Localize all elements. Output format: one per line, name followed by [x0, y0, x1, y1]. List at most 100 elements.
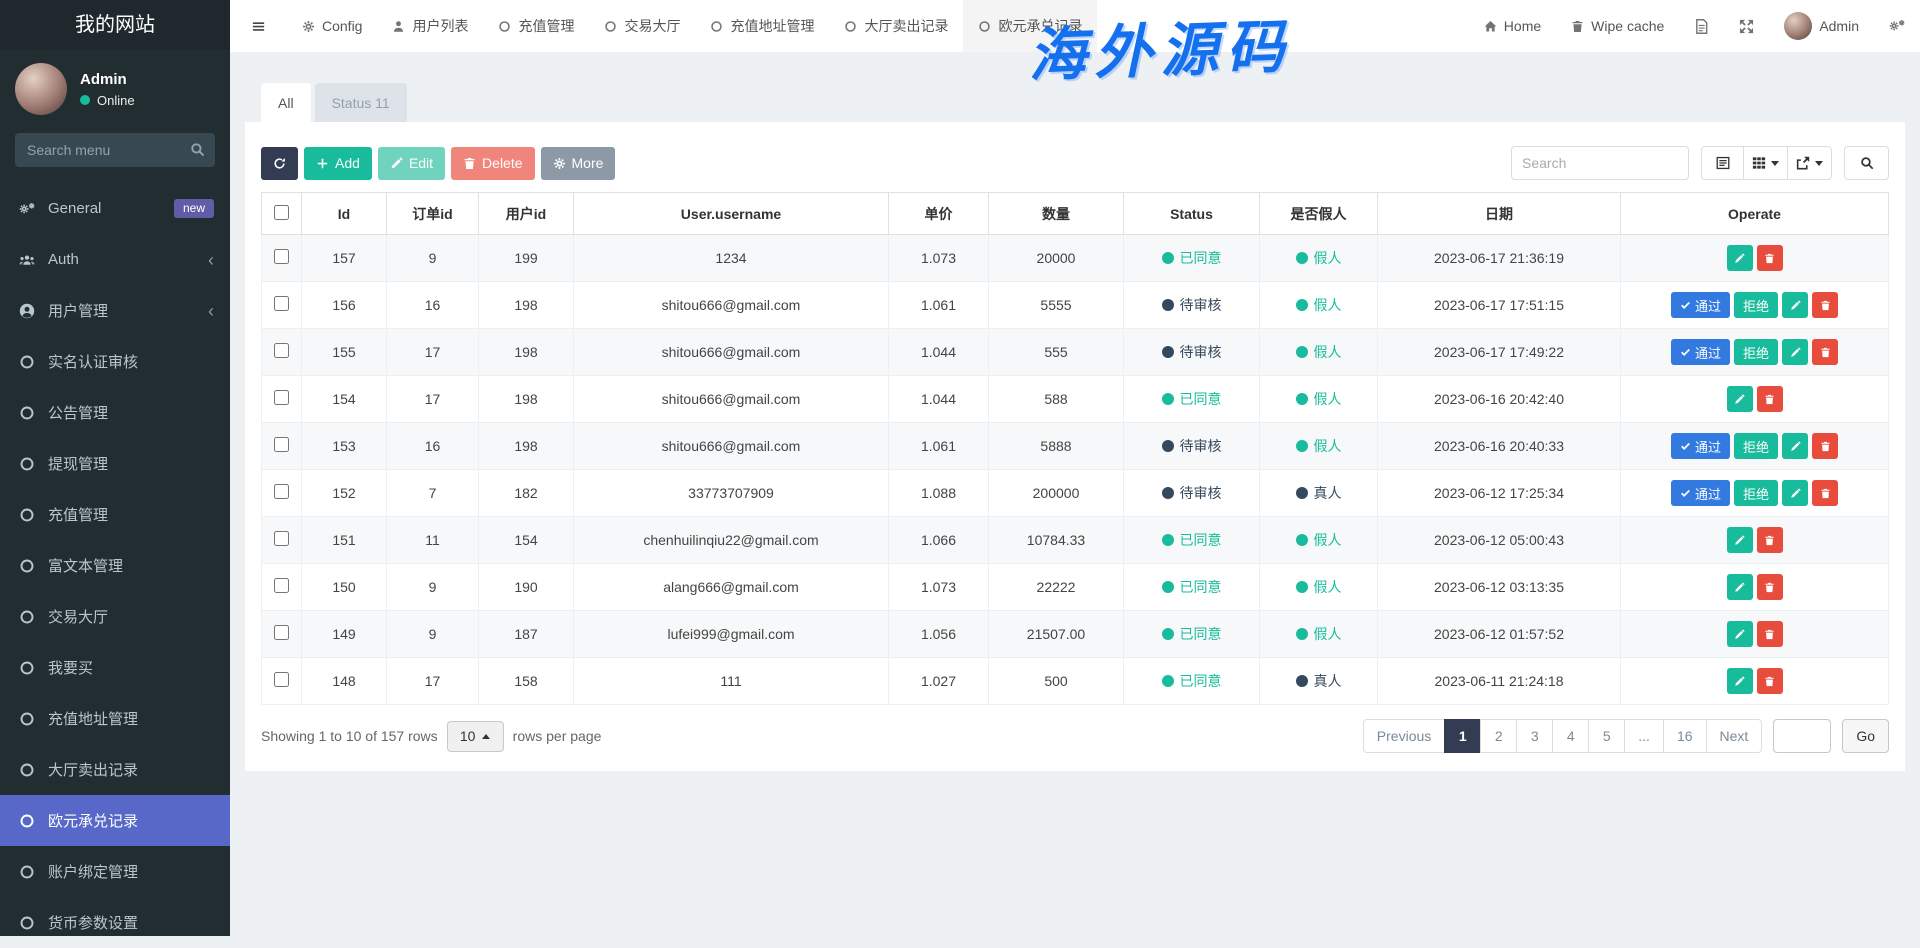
tab-recharge-manage[interactable]: 充值管理: [483, 0, 589, 52]
previous-page-button[interactable]: Previous: [1363, 719, 1445, 753]
tab-config[interactable]: Config: [287, 0, 377, 52]
row-delete-button[interactable]: [1757, 574, 1783, 600]
tab-user-list[interactable]: 用户列表: [377, 0, 483, 52]
sidebar-search-input[interactable]: [15, 133, 215, 167]
row-delete-button[interactable]: [1812, 480, 1838, 506]
tab-euro-exchange-records[interactable]: 欧元承兑记录: [963, 0, 1097, 52]
row-checkbox[interactable]: [274, 343, 289, 358]
sidebar-item-richtext-manage[interactable]: 富文本管理: [0, 540, 230, 591]
row-edit-button[interactable]: [1727, 386, 1753, 412]
search-toggle-button[interactable]: [1844, 146, 1889, 180]
status-badge-label: 已同意: [1180, 624, 1222, 644]
settings-link[interactable]: [1874, 0, 1920, 52]
sidebar-item-account-binding-manage[interactable]: 账户绑定管理: [0, 846, 230, 897]
tab-hall-sell-records[interactable]: 大厅卖出记录: [829, 0, 963, 52]
row-checkbox[interactable]: [274, 296, 289, 311]
sidebar-item-notice-manage[interactable]: 公告管理: [0, 387, 230, 438]
row-delete-button[interactable]: [1812, 292, 1838, 318]
row-edit-button[interactable]: [1727, 621, 1753, 647]
sidebar-item-hall-sell-records[interactable]: 大厅卖出记录: [0, 744, 230, 795]
sidebar-item-euro-exchange-records[interactable]: 欧元承兑记录: [0, 795, 230, 846]
page-size-dropdown[interactable]: 10: [447, 721, 504, 752]
sidebar-item-recharge-address-manage[interactable]: 充值地址管理: [0, 693, 230, 744]
row-checkbox[interactable]: [274, 672, 289, 687]
wipe-cache-link[interactable]: Wipe cache: [1556, 0, 1679, 52]
page-button-5[interactable]: 5: [1588, 719, 1625, 753]
add-button[interactable]: Add: [304, 147, 372, 180]
sidebar-item-withdraw-manage[interactable]: 提现管理: [0, 438, 230, 489]
page-button-16[interactable]: 16: [1663, 719, 1707, 753]
page-button-3[interactable]: 3: [1516, 719, 1553, 753]
row-checkbox[interactable]: [274, 390, 289, 405]
refresh-button[interactable]: [261, 147, 298, 180]
table-search-input[interactable]: [1511, 146, 1689, 180]
delete-button[interactable]: Delete: [451, 147, 534, 180]
row-delete-button[interactable]: [1757, 621, 1783, 647]
user-status-label: Online: [97, 93, 135, 108]
columns-button[interactable]: [1743, 146, 1788, 180]
page-jump-input[interactable]: [1773, 719, 1831, 753]
sidebar-item-user-manage[interactable]: 用户管理‹: [0, 285, 230, 336]
row-edit-button[interactable]: [1782, 339, 1808, 365]
reject-button[interactable]: 拒绝: [1734, 339, 1778, 365]
row-edit-button[interactable]: [1782, 433, 1808, 459]
status-badge: 待审核: [1162, 342, 1222, 362]
next-page-button[interactable]: Next: [1706, 719, 1763, 753]
log-link[interactable]: [1679, 0, 1724, 52]
toggle-view-button[interactable]: [1701, 146, 1744, 180]
sidebar-item-general[interactable]: Generalnew: [0, 183, 230, 234]
sidebar-item-i-want-buy[interactable]: 我要买: [0, 642, 230, 693]
approve-button[interactable]: 通过: [1671, 339, 1730, 365]
row-checkbox[interactable]: [274, 578, 289, 593]
row-edit-button[interactable]: [1782, 292, 1808, 318]
edit-button[interactable]: Edit: [378, 147, 445, 180]
row-delete-button[interactable]: [1757, 245, 1783, 271]
row-delete-button[interactable]: [1757, 527, 1783, 553]
filter-tab-status-11[interactable]: Status 11: [315, 83, 407, 122]
row-edit-button[interactable]: [1727, 668, 1753, 694]
sidebar-item-currency-params[interactable]: 货币参数设置: [0, 897, 230, 948]
reject-button[interactable]: 拒绝: [1734, 480, 1778, 506]
sidebar-item-realname-audit[interactable]: 实名认证审核: [0, 336, 230, 387]
topbar-user[interactable]: Admin: [1769, 0, 1874, 52]
row-edit-button[interactable]: [1727, 245, 1753, 271]
approve-button[interactable]: 通过: [1671, 480, 1730, 506]
sidebar-item-auth[interactable]: Auth‹: [0, 234, 230, 285]
row-checkbox[interactable]: [274, 484, 289, 499]
row-edit-button[interactable]: [1782, 480, 1808, 506]
row-delete-button[interactable]: [1757, 668, 1783, 694]
row-checkbox[interactable]: [274, 625, 289, 640]
select-all-checkbox[interactable]: [274, 205, 289, 220]
status-dot-icon: [1162, 299, 1174, 311]
home-link[interactable]: Home: [1469, 0, 1556, 52]
sidebar-item-recharge-manage[interactable]: 充值管理: [0, 489, 230, 540]
cell-amount: 20000: [989, 235, 1124, 282]
filter-tab-all[interactable]: All: [261, 83, 311, 122]
approve-button[interactable]: 通过: [1671, 433, 1730, 459]
tab-recharge-address-manage[interactable]: 充值地址管理: [695, 0, 829, 52]
row-checkbox[interactable]: [274, 437, 289, 452]
app-title[interactable]: 我的网站: [0, 0, 230, 50]
hamburger-icon[interactable]: [230, 0, 287, 52]
row-edit-button[interactable]: [1727, 527, 1753, 553]
page-button-2[interactable]: 2: [1480, 719, 1517, 753]
row-delete-button[interactable]: [1757, 386, 1783, 412]
more-button[interactable]: More: [541, 147, 616, 180]
row-checkbox[interactable]: [274, 249, 289, 264]
fullscreen-button[interactable]: [1724, 0, 1769, 52]
reject-button[interactable]: 拒绝: [1734, 292, 1778, 318]
go-button[interactable]: Go: [1842, 719, 1889, 753]
approve-button[interactable]: 通过: [1671, 292, 1730, 318]
tab-trade-hall[interactable]: 交易大厅: [589, 0, 695, 52]
row-edit-button[interactable]: [1727, 574, 1753, 600]
fake-badge: 假人: [1296, 295, 1342, 315]
cell-username: alang666@gmail.com: [574, 564, 889, 611]
reject-button[interactable]: 拒绝: [1734, 433, 1778, 459]
export-button[interactable]: [1787, 146, 1832, 180]
row-delete-button[interactable]: [1812, 433, 1838, 459]
sidebar-item-trade-hall[interactable]: 交易大厅: [0, 591, 230, 642]
row-delete-button[interactable]: [1812, 339, 1838, 365]
row-checkbox[interactable]: [274, 531, 289, 546]
page-button-4[interactable]: 4: [1552, 719, 1589, 753]
page-button-1[interactable]: 1: [1444, 719, 1481, 753]
